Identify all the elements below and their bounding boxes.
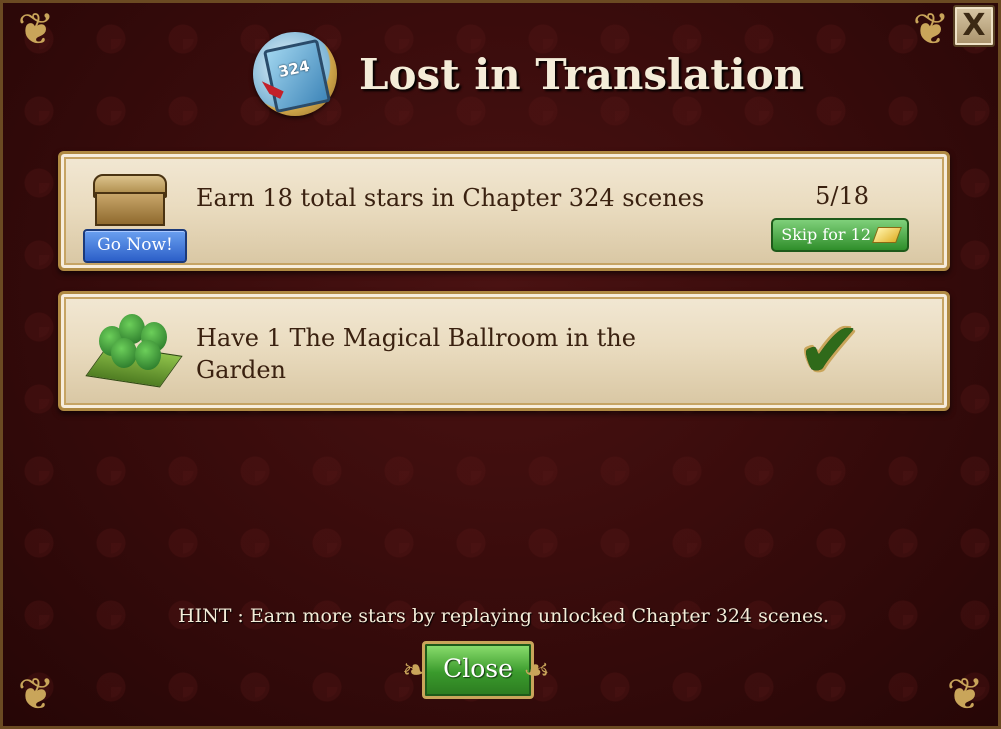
corner-ornament-icon: ❦ <box>17 4 55 55</box>
close-button-group: ❧ Close ☙ <box>402 641 550 699</box>
goal-card-garden: Have 1 The Magical Ballroom in the Garde… <box>58 291 950 411</box>
garden-trees-icon <box>85 308 183 388</box>
corner-ornament-icon: ❦ <box>946 669 984 720</box>
close-button[interactable]: Close <box>422 641 534 699</box>
chapter-book-icon: 324 <box>253 32 337 116</box>
quest-dialog: ❦ ❦ ❦ ❦ X 324 Lost in Translation Go Now… <box>0 0 1001 729</box>
goal-text: Have 1 The Magical Ballroom in the Garde… <box>196 324 636 384</box>
corner-ornament-icon: ❦ <box>17 669 55 720</box>
goal-card-stars: Go Now! Earn 18 total stars in Chapter 3… <box>58 151 950 271</box>
dialog-title: Lost in Translation <box>359 49 805 99</box>
goal-progress: 5/18 <box>815 182 869 210</box>
gold-bars-icon <box>872 227 902 243</box>
go-now-button[interactable]: Go Now! <box>83 229 187 263</box>
hint-text: HINT : Earn more stars by replaying unlo… <box>178 605 829 627</box>
treasure-chest-icon <box>93 174 167 226</box>
goal-text: Earn 18 total stars in Chapter 324 scene… <box>196 184 705 212</box>
dialog-header: 324 Lost in Translation <box>253 29 804 119</box>
checkmark-icon: ✔ <box>797 306 863 396</box>
close-x-button[interactable]: X <box>953 5 995 47</box>
skip-button[interactable]: Skip for 12 <box>771 218 909 252</box>
scroll-ornament-icon: ☙ <box>523 653 550 688</box>
skip-label: Skip for 12 <box>781 225 871 244</box>
